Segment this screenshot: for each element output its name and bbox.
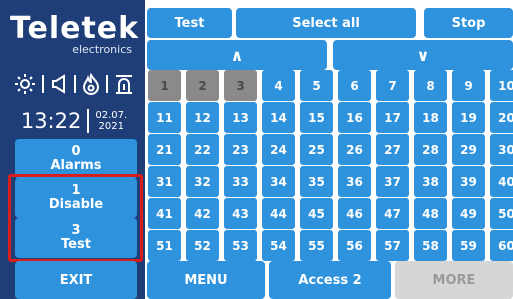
zone-button-26[interactable]: 26 (338, 134, 371, 165)
menu-button[interactable]: MENU (147, 261, 265, 299)
chevron-down-icon: ∨ (416, 45, 430, 65)
clock-separator (87, 109, 90, 133)
chevron-up-icon: ∧ (230, 45, 244, 65)
clock-date-day: 02.07. (95, 110, 128, 121)
zone-button-36[interactable]: 36 (338, 166, 371, 197)
zone-button-25[interactable]: 25 (300, 134, 333, 165)
logo-brand: Teletek (10, 11, 140, 46)
zone-button-52[interactable]: 52 (186, 230, 219, 261)
clock-date: 02.07. 2021 (95, 110, 127, 132)
exit-button[interactable]: EXIT (15, 261, 137, 299)
zone-button-46[interactable]: 46 (338, 198, 371, 229)
speaker-icon (50, 74, 68, 94)
zone-button-27[interactable]: 27 (376, 134, 409, 165)
zone-button-18[interactable]: 18 (414, 102, 447, 133)
zone-button-21[interactable]: 21 (148, 134, 181, 165)
zone-button-4[interactable]: 4 (262, 70, 295, 101)
zone-button-50[interactable]: 50 (490, 198, 513, 229)
zone-button-54[interactable]: 54 (262, 230, 295, 261)
zone-button-53[interactable]: 53 (224, 230, 257, 261)
icon-separator (106, 75, 108, 93)
zone-button-44[interactable]: 44 (262, 198, 295, 229)
alarms-button[interactable]: 0 Alarms (15, 139, 137, 179)
scroll-down-button[interactable]: ∨ (333, 40, 513, 70)
zone-button-13[interactable]: 13 (224, 102, 257, 133)
zone-button-15[interactable]: 15 (300, 102, 333, 133)
zone-button-42[interactable]: 42 (186, 198, 219, 229)
zone-button-48[interactable]: 48 (414, 198, 447, 229)
zone-button-55[interactable]: 55 (300, 230, 333, 261)
access-level-button[interactable]: Access 2 (269, 261, 391, 299)
zone-button-17[interactable]: 17 (376, 102, 409, 133)
zone-button-6[interactable]: 6 (338, 70, 371, 101)
zone-button-39[interactable]: 39 (452, 166, 485, 197)
zone-button-3[interactable]: 3 (224, 70, 257, 101)
zone-button-22[interactable]: 22 (186, 134, 219, 165)
zone-button-59[interactable]: 59 (452, 230, 485, 261)
zone-button-5[interactable]: 5 (300, 70, 333, 101)
zone-button-19[interactable]: 19 (452, 102, 485, 133)
zone-button-23[interactable]: 23 (224, 134, 257, 165)
zone-button-35[interactable]: 35 (300, 166, 333, 197)
zone-button-49[interactable]: 49 (452, 198, 485, 229)
zone-button-31[interactable]: 31 (148, 166, 181, 197)
alarms-label: Alarms (50, 158, 102, 173)
zone-button-20[interactable]: 20 (490, 102, 513, 133)
zone-button-56[interactable]: 56 (338, 230, 371, 261)
icon-separator (42, 75, 44, 93)
flame-icon (82, 73, 100, 95)
zone-button-24[interactable]: 24 (262, 134, 295, 165)
zone-button-30[interactable]: 30 (490, 134, 513, 165)
zone-button-33[interactable]: 33 (224, 166, 257, 197)
zone-button-1[interactable]: 1 (148, 70, 181, 101)
sun-icon (14, 73, 36, 95)
siren-icon (114, 73, 134, 95)
zone-button-57[interactable]: 57 (376, 230, 409, 261)
zone-button-47[interactable]: 47 (376, 198, 409, 229)
zone-button-28[interactable]: 28 (414, 134, 447, 165)
zone-button-16[interactable]: 16 (338, 102, 371, 133)
zone-button-7[interactable]: 7 (376, 70, 409, 101)
selection-highlight (8, 174, 143, 262)
stop-button[interactable]: Stop (424, 8, 513, 38)
zone-button-14[interactable]: 14 (262, 102, 295, 133)
zone-button-11[interactable]: 11 (148, 102, 181, 133)
clock-date-year: 2021 (98, 121, 124, 132)
zone-button-10[interactable]: 10 (490, 70, 513, 101)
zone-button-9[interactable]: 9 (452, 70, 485, 101)
scroll-up-button[interactable]: ∧ (147, 40, 327, 70)
clock-time: 13:22 (20, 109, 82, 133)
zone-button-41[interactable]: 41 (148, 198, 181, 229)
zone-button-37[interactable]: 37 (376, 166, 409, 197)
zone-button-40[interactable]: 40 (490, 166, 513, 197)
zone-button-58[interactable]: 58 (414, 230, 447, 261)
zone-button-38[interactable]: 38 (414, 166, 447, 197)
icon-separator (74, 75, 76, 93)
zone-button-2[interactable]: 2 (186, 70, 219, 101)
select-all-button[interactable]: Select all (236, 8, 416, 38)
test-button[interactable]: Test (147, 8, 232, 38)
alarms-count: 0 (71, 144, 81, 159)
zone-button-8[interactable]: 8 (414, 70, 447, 101)
status-icons-bar (10, 70, 138, 98)
zone-button-32[interactable]: 32 (186, 166, 219, 197)
clock-display: 13:22 02.07. 2021 (10, 106, 138, 136)
zone-button-51[interactable]: 51 (148, 230, 181, 261)
zone-button-29[interactable]: 29 (452, 134, 485, 165)
teletek-logo: Teletek electronics (10, 11, 140, 56)
zone-button-45[interactable]: 45 (300, 198, 333, 229)
more-button[interactable]: MORE (395, 261, 513, 299)
zone-button-43[interactable]: 43 (224, 198, 257, 229)
zone-button-34[interactable]: 34 (262, 166, 295, 197)
zone-button-12[interactable]: 12 (186, 102, 219, 133)
zone-button-60[interactable]: 60 (490, 230, 513, 261)
